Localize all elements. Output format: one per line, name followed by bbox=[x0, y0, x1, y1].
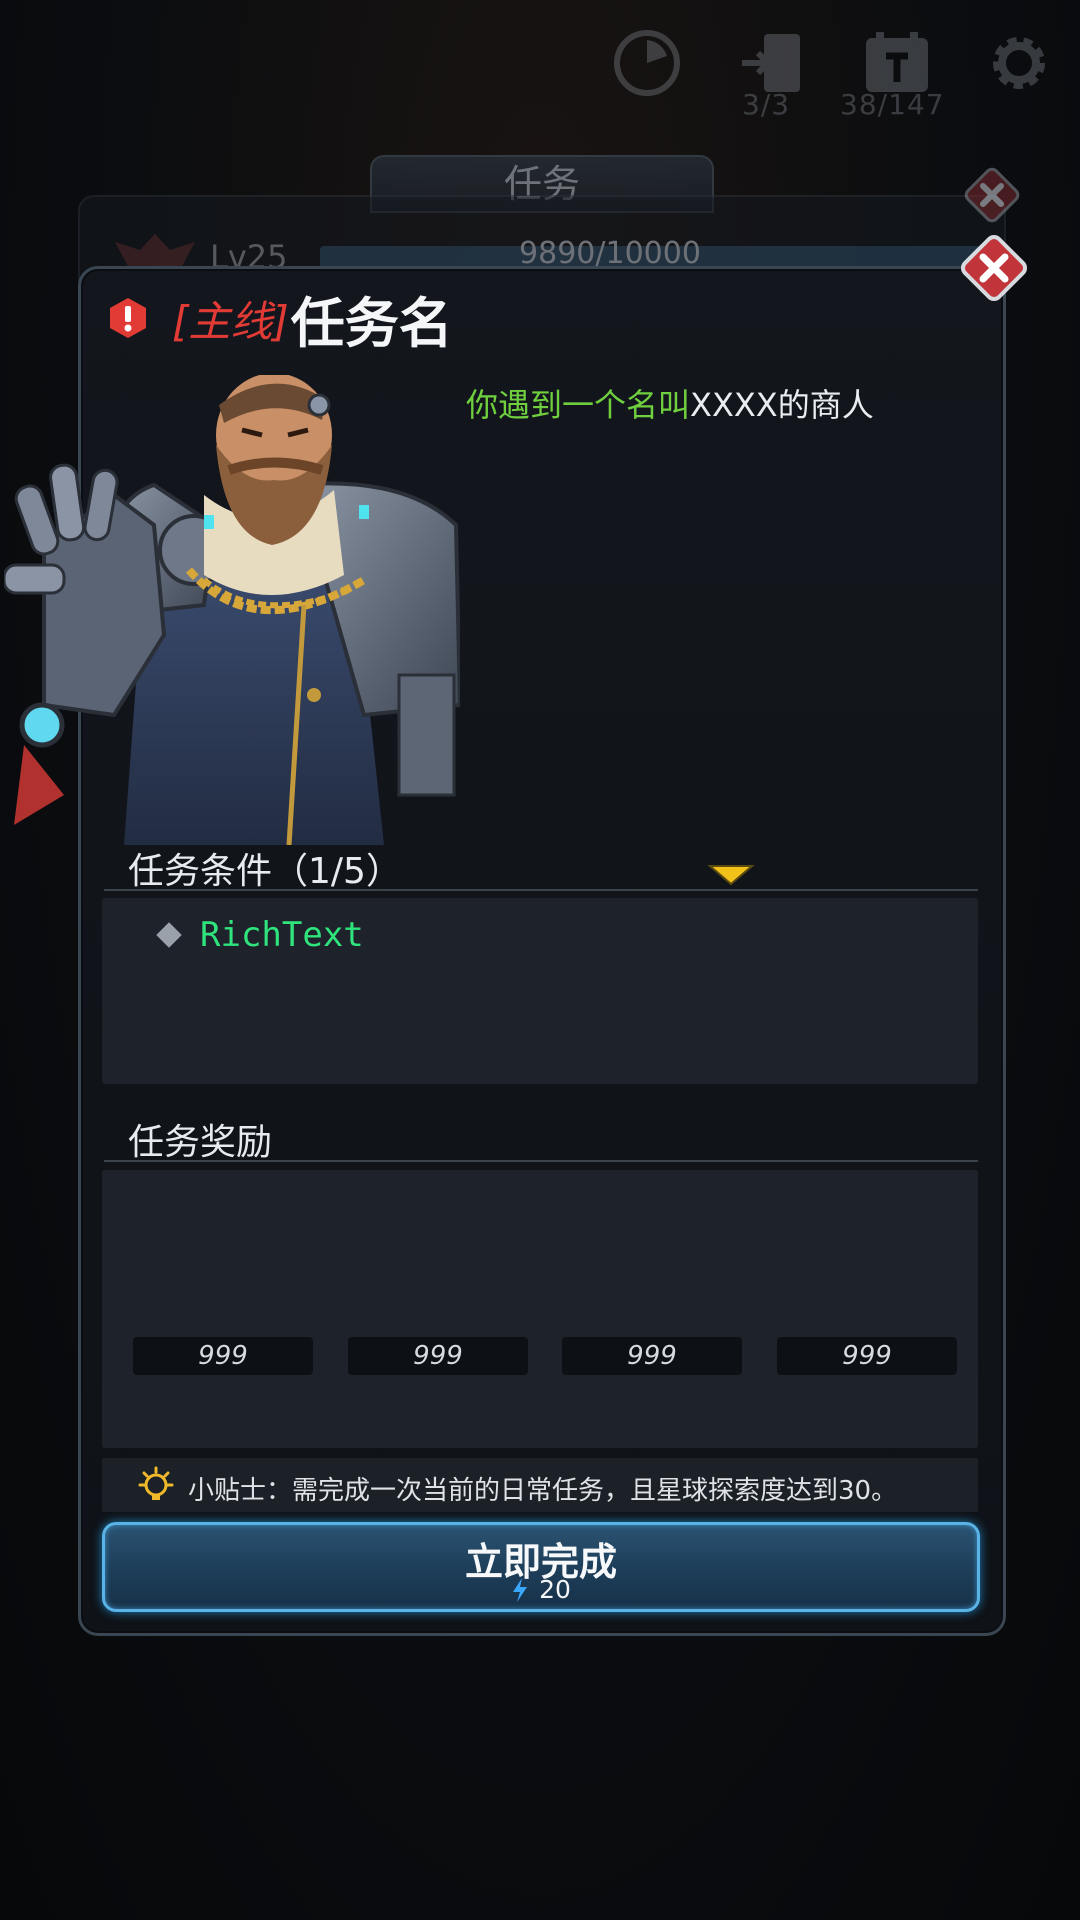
npc-portrait bbox=[4, 375, 460, 845]
calendar-count: 38/147 bbox=[840, 88, 945, 121]
energy-cost: 20 bbox=[539, 1575, 571, 1604]
quest-name: 任务名 bbox=[290, 291, 453, 355]
description-highlight: 你遇到一个名叫 bbox=[466, 386, 691, 424]
condition-item: RichText bbox=[156, 915, 364, 955]
quest-title-row: [主线] 任务名 bbox=[106, 283, 453, 355]
reward-count[interactable]: 999 bbox=[348, 1337, 528, 1375]
conditions-title: 任务条件（1/5） bbox=[128, 851, 402, 892]
rewards-box bbox=[102, 1170, 978, 1448]
complete-now-button[interactable]: 立即完成 20 bbox=[102, 1522, 980, 1612]
quest-type-tag: [主线] bbox=[172, 296, 289, 346]
rewards-divider bbox=[104, 1160, 978, 1162]
stamina-count: 3/3 bbox=[742, 88, 791, 121]
lightning-bolt-icon bbox=[513, 1577, 528, 1602]
reward-count[interactable]: 999 bbox=[562, 1337, 742, 1375]
cost-row: 20 bbox=[105, 1575, 977, 1604]
top-hud: 3/3 38/147 bbox=[0, 0, 1080, 130]
timer-icon[interactable] bbox=[612, 28, 682, 98]
conditions-divider bbox=[104, 889, 978, 891]
close-button[interactable] bbox=[958, 232, 1030, 304]
gear-icon[interactable] bbox=[984, 28, 1054, 98]
quest-description: 你遇到一个名叫XXXX的商人 bbox=[466, 380, 874, 426]
background-close-icon bbox=[964, 167, 1020, 223]
diamond-bullet-icon bbox=[156, 922, 182, 948]
lightbulb-icon bbox=[138, 1466, 174, 1500]
dropdown-toggle[interactable] bbox=[706, 862, 756, 886]
exclamation-alert-icon bbox=[110, 298, 146, 338]
reward-count[interactable]: 999 bbox=[133, 1337, 313, 1375]
reward-count[interactable]: 999 bbox=[777, 1337, 957, 1375]
rewards-title: 任务奖励 bbox=[128, 1122, 273, 1163]
description-rest: XXXX的商人 bbox=[690, 386, 874, 424]
tip-text: 小贴士：需完成一次当前的日常任务，且星球探索度达到30。 bbox=[188, 1476, 898, 1506]
condition-text: RichText bbox=[200, 915, 364, 955]
